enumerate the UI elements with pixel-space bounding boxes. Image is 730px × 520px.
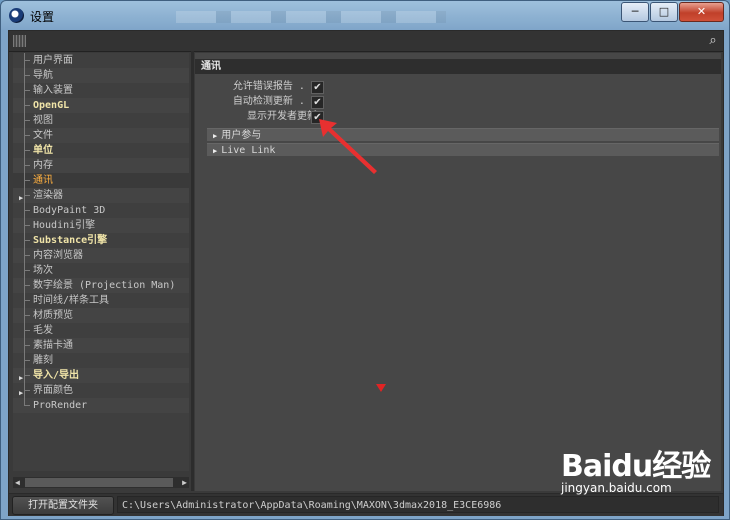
tree-item[interactable]: 导航 xyxy=(13,68,189,83)
auto-check-updates-checkbox[interactable]: ✔ xyxy=(311,96,324,109)
auto-check-updates-label: 自动检测更新 . . xyxy=(232,96,317,107)
tree-item-label: 输入装置 xyxy=(33,85,73,96)
tree-item-label: 通讯 xyxy=(33,175,53,186)
tree-horizontal-scrollbar[interactable]: ◀ ▶ xyxy=(13,477,189,488)
expand-triangle-icon[interactable]: ▶ xyxy=(19,371,23,386)
tree-item[interactable]: 用户界面 xyxy=(13,53,189,68)
title-bar-decoration xyxy=(176,11,446,23)
tree-item-label: OpenGL xyxy=(33,100,70,111)
tree-item[interactable]: BodyPaint 3D xyxy=(13,203,189,218)
title-bar[interactable]: 设置 ─ □ ✕ xyxy=(1,1,729,31)
config-path-field: C:\Users\Administrator\AppData\Roaming\M… xyxy=(117,496,719,513)
tree-item[interactable]: ProRender xyxy=(13,398,189,413)
scrollbar-thumb[interactable] xyxy=(25,478,173,487)
show-dev-updates-label: 显示开发者更新 xyxy=(247,111,317,122)
tree-item[interactable]: 视图 xyxy=(13,113,189,128)
tree-item-label: 界面颜色 xyxy=(33,385,73,396)
tree-item-label: 内存 xyxy=(33,160,53,171)
tree-item[interactable]: ▶ 界面颜色 xyxy=(13,383,189,398)
tree-item[interactable]: 内存 xyxy=(13,158,189,173)
tree-item[interactable]: Houdini引擎 xyxy=(13,218,189,233)
window-title: 设置 xyxy=(30,10,55,24)
top-toolbar: ⌕ xyxy=(9,31,723,52)
tree-item-label: 导航 xyxy=(33,70,53,81)
group-live-link-label: Live Link xyxy=(221,145,276,156)
tree-item[interactable]: 毛发 xyxy=(13,323,189,338)
expand-triangle-icon[interactable]: ▶ xyxy=(19,386,23,401)
tree-item-label: BodyPaint 3D xyxy=(33,205,106,216)
tree-item-label: 素描卡通 xyxy=(33,340,73,351)
open-config-folder-button[interactable]: 打开配置文件夹 xyxy=(12,496,114,515)
tree-item-label: 渲染器 xyxy=(33,190,63,201)
tree-item[interactable]: ▶ 渲染器 xyxy=(13,188,189,203)
tree-item[interactable]: 输入装置 xyxy=(13,83,189,98)
minimize-button[interactable]: ─ xyxy=(621,2,649,22)
tree-item[interactable]: 通讯 xyxy=(13,173,189,188)
scroll-left-icon[interactable]: ◀ xyxy=(15,477,20,488)
annotation-arrow-icon xyxy=(319,119,377,174)
tree-item-label: 文件 xyxy=(33,130,53,141)
tree-item[interactable]: 材质预览 xyxy=(13,308,189,323)
panel-title: 通讯 xyxy=(195,59,721,74)
tree-item-label: 内容浏览器 xyxy=(33,250,83,261)
tree-item-label: Houdini引擎 xyxy=(33,220,96,231)
tree-item-label: 雕刻 xyxy=(33,355,53,366)
tree-item[interactable]: 素描卡通 xyxy=(13,338,189,353)
watermark-brand: Baidu经验 xyxy=(561,449,711,484)
expand-triangle-icon: ▶ xyxy=(213,132,218,140)
baidu-watermark: Baidu经验 jingyan.baidu.com xyxy=(561,441,711,495)
tree-item-label: 毛发 xyxy=(33,325,53,336)
expand-triangle-icon[interactable]: ▶ xyxy=(19,191,23,206)
tree-item-label: ProRender xyxy=(33,400,88,411)
tree-item-label: 视图 xyxy=(33,115,53,126)
scroll-right-icon[interactable]: ▶ xyxy=(182,477,187,488)
tree-item-label: 材质预览 xyxy=(33,310,73,321)
grip-icon[interactable] xyxy=(13,35,26,47)
search-icon[interactable]: ⌕ xyxy=(705,33,721,49)
tree-item[interactable]: 雕刻 xyxy=(13,353,189,368)
panel-splitter[interactable] xyxy=(191,51,194,491)
settings-panel: 通讯 允许错误报告 . . ✔ 自动检测更新 . . ✔ 显示开发者更新 ✔ ▶… xyxy=(195,53,721,491)
red-triangle-marker-icon xyxy=(376,384,386,392)
expand-triangle-icon: ▶ xyxy=(213,147,218,155)
tree-item[interactable]: OpenGL xyxy=(13,98,189,113)
tree-item[interactable]: 场次 xyxy=(13,263,189,278)
tree-item[interactable]: 时间线/样条工具 xyxy=(13,293,189,308)
allow-error-report-label: 允许错误报告 . . xyxy=(232,81,317,92)
tree-item-label: 单位 xyxy=(33,145,53,156)
close-button[interactable]: ✕ xyxy=(679,2,724,22)
allow-error-report-checkbox[interactable]: ✔ xyxy=(311,81,324,94)
app-icon xyxy=(9,8,24,23)
tree-item[interactable]: 数字绘景 (Projection Man) xyxy=(13,278,189,293)
group-user-participation[interactable]: ▶ 用户参与 xyxy=(207,128,719,141)
tree-item-label: 时间线/样条工具 xyxy=(33,295,110,306)
group-user-participation-label: 用户参与 xyxy=(221,130,262,141)
group-live-link[interactable]: ▶ Live Link xyxy=(207,143,719,156)
settings-tree: 用户界面导航输入装置 OpenGL 视图文件单位内存通讯 ▶ 渲染器 BodyPaint … xyxy=(13,53,189,471)
window-controls: ─ □ ✕ xyxy=(620,2,724,22)
tree-item[interactable]: 文件 xyxy=(13,128,189,143)
tree-item-label: 导入/导出 xyxy=(33,370,80,381)
tree-item[interactable]: Substance引擎 xyxy=(13,233,189,248)
tree-item-label: 数字绘景 (Projection Man) xyxy=(33,280,176,291)
tree-item-label: Substance引擎 xyxy=(33,235,108,246)
maximize-button[interactable]: □ xyxy=(650,2,678,22)
tree-item[interactable]: 内容浏览器 xyxy=(13,248,189,263)
bottom-bar: 打开配置文件夹 C:\Users\Administrator\AppData\R… xyxy=(9,493,723,516)
tree-item[interactable]: ▶ 导入/导出 xyxy=(13,368,189,383)
tree-item[interactable]: 单位 xyxy=(13,143,189,158)
settings-window: 设置 ─ □ ✕ ⌕ 用户界面 导航 输入装置 OpenGL 视图 文件 单位 内存 通讯 ▶ 渲染… xyxy=(0,0,730,520)
tree-item-label: 用户界面 xyxy=(33,55,73,66)
tree-item-label: 场次 xyxy=(33,265,53,276)
